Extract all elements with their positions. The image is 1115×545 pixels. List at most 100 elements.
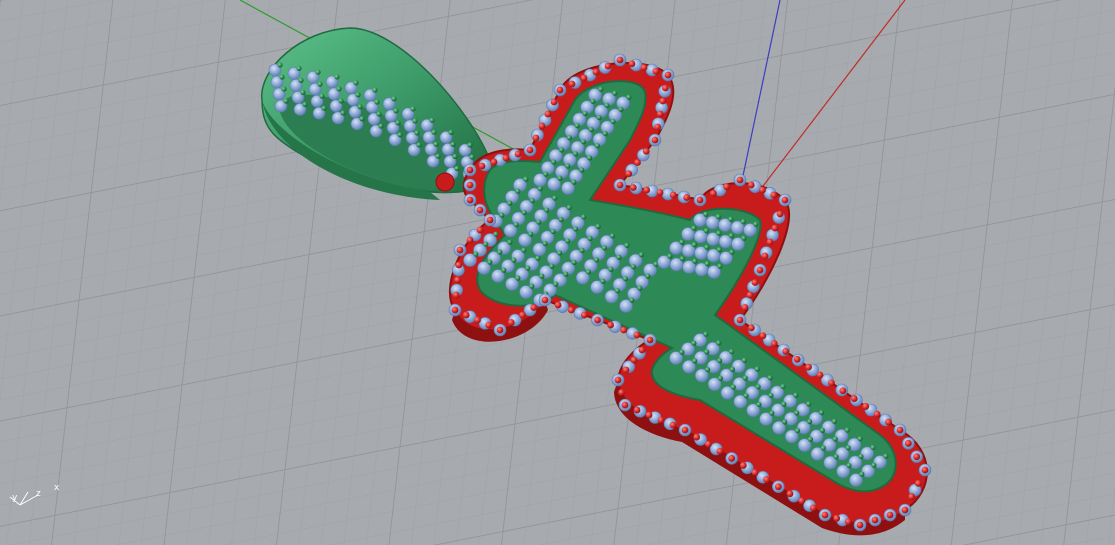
prong-green: [515, 275, 521, 281]
prong-green: [857, 436, 863, 442]
prong-red: [526, 146, 534, 154]
prong-green: [412, 118, 418, 124]
prong-green: [612, 90, 618, 96]
prong-red: [770, 191, 778, 199]
prong-red: [839, 387, 847, 395]
prong-red: [681, 426, 689, 434]
prong-green: [618, 106, 624, 112]
prong-green: [397, 132, 403, 138]
prong-green: [558, 216, 564, 223]
prong-green: [549, 263, 555, 269]
prong-green: [608, 266, 614, 272]
prong-red: [921, 466, 929, 474]
prong-green: [624, 242, 630, 248]
prong-green: [551, 159, 557, 165]
prong-green: [833, 454, 839, 460]
perspective-view[interactable]: y z x: [0, 0, 1115, 545]
prong-red: [656, 189, 664, 196]
prong-green: [692, 358, 698, 364]
prong-green: [743, 393, 749, 399]
prong-green: [769, 410, 775, 416]
prong-red: [519, 311, 526, 319]
prong-green: [716, 357, 723, 364]
prong-red: [642, 147, 650, 155]
prong-red: [614, 376, 622, 384]
prong-green: [704, 261, 710, 267]
prong-red: [568, 80, 576, 88]
prong-red: [821, 511, 829, 519]
prong-green: [806, 401, 812, 407]
prong-red: [709, 189, 717, 197]
prong-red: [451, 306, 459, 314]
prong-green: [806, 418, 813, 425]
prong-green: [782, 419, 788, 425]
prong-green: [587, 235, 593, 241]
prong-green: [431, 129, 437, 135]
prong-green: [582, 110, 588, 117]
prong-green: [487, 259, 493, 265]
prong-red: [633, 331, 641, 339]
prong-green: [756, 401, 762, 408]
prong-red: [507, 319, 515, 326]
prong-green: [844, 427, 850, 433]
prong-red: [770, 340, 778, 347]
prong-green: [614, 288, 621, 294]
prong-green: [353, 80, 359, 86]
prong-red: [630, 356, 638, 364]
3d-viewport[interactable]: y z x: [0, 0, 1115, 545]
prong-green: [566, 135, 573, 141]
prong-green: [780, 383, 786, 390]
prong-red: [693, 433, 701, 441]
prong-green: [679, 349, 685, 355]
prong-green: [691, 340, 697, 346]
prong-red: [844, 518, 852, 526]
prong-green: [729, 249, 735, 255]
prong-green: [499, 212, 505, 218]
prong-red: [913, 453, 921, 461]
prong-green: [846, 462, 852, 469]
prong-green: [572, 151, 579, 157]
prong-red: [466, 166, 474, 174]
prong-red: [486, 216, 494, 224]
prong-green: [552, 195, 558, 201]
prong-green: [715, 214, 721, 220]
prong-red: [580, 311, 588, 319]
prong-green: [703, 331, 709, 337]
prong-red: [856, 521, 864, 529]
prong-green: [728, 233, 734, 239]
prong-red: [645, 411, 653, 419]
prong-green: [340, 110, 346, 116]
prong-green: [741, 357, 748, 363]
prong-green: [302, 101, 308, 107]
prong-green: [539, 273, 545, 279]
prong-green: [321, 105, 327, 111]
prong-green: [755, 384, 761, 390]
prong-red: [793, 355, 801, 363]
prong-green: [395, 120, 401, 126]
prong-red: [696, 196, 704, 204]
prong-red: [638, 346, 646, 354]
prong-green: [565, 238, 571, 244]
prong-green: [579, 247, 585, 253]
prong-green: [859, 471, 865, 477]
prong-green: [507, 200, 513, 206]
prong-red: [809, 504, 817, 512]
prong-green: [452, 153, 458, 159]
prong-green: [566, 204, 572, 211]
prong-green: [414, 130, 420, 136]
prong-green: [435, 153, 441, 159]
prong-green: [528, 231, 534, 237]
prong-red: [759, 186, 766, 194]
prong-green: [630, 264, 637, 270]
prong-red: [704, 440, 712, 448]
prong-green: [550, 228, 556, 235]
prong-green: [501, 267, 507, 273]
prong-red: [454, 276, 461, 284]
prong-green: [315, 69, 321, 75]
prong-red: [896, 426, 904, 434]
prong-red: [607, 321, 615, 329]
prong-green: [716, 340, 722, 346]
prong-green: [448, 129, 454, 135]
axis-gizmo-x-label: x: [54, 483, 60, 493]
prong-green: [433, 141, 439, 147]
